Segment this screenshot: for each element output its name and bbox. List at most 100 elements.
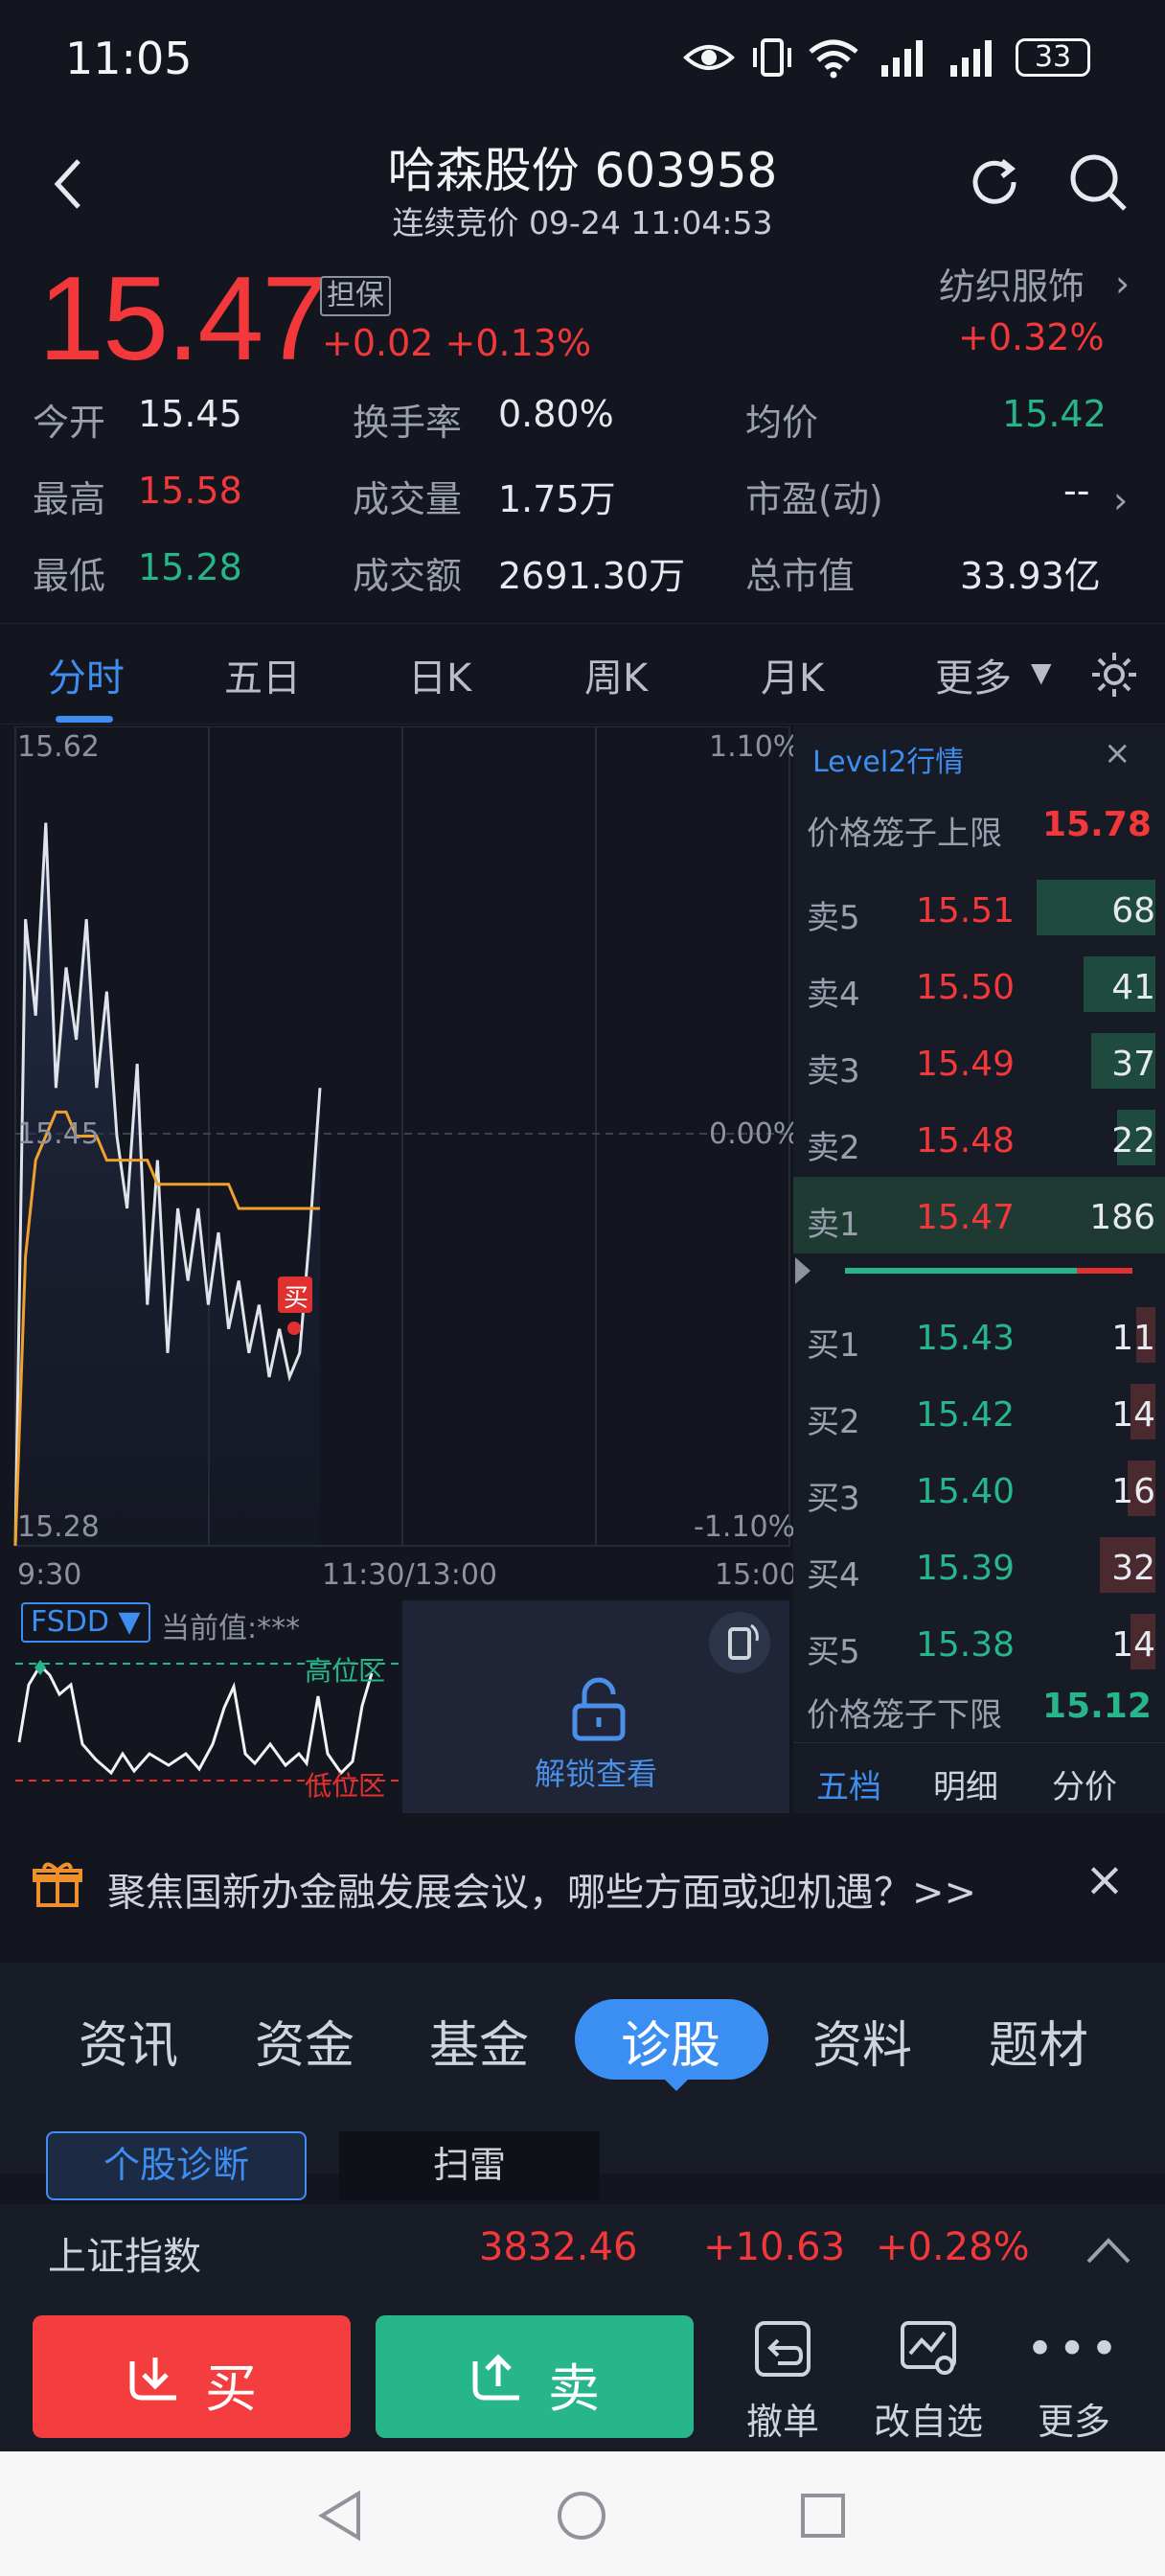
gear-icon[interactable]: [1088, 649, 1140, 701]
indicator-select[interactable]: FSDD ▼: [21, 1602, 150, 1643]
tab-five-day[interactable]: 五日: [224, 647, 301, 702]
edit-watchlist-button[interactable]: 改自选: [866, 2310, 991, 2444]
low-zone-label: 低位区: [305, 1770, 386, 1802]
chevron-right-icon[interactable]: ›: [1115, 263, 1130, 305]
order-level-label: 买4: [807, 1556, 860, 1595]
chevron-right-icon[interactable]: ›: [1113, 479, 1128, 521]
buy-button[interactable]: 买: [33, 2315, 351, 2438]
chart-period-tabs: 分时 五日 日K 周K 月K 更多 ▼: [0, 623, 1165, 724]
lower-limit-label: 价格笼子下限: [807, 1696, 1002, 1735]
tab-five-levels[interactable]: 五档: [816, 1760, 881, 1807]
order-level-label: 卖5: [807, 899, 860, 937]
avg-label: 均价: [745, 402, 819, 444]
sector-name[interactable]: 纺织服饰: [939, 257, 1085, 310]
rotate-screen-button[interactable]: [709, 1612, 770, 1673]
index-ticker[interactable]: 上证指数 3832.46 +10.63 +0.28%: [0, 2204, 1165, 2300]
battery-icon: 33: [1016, 38, 1090, 77]
upper-limit-label: 价格笼子上限: [807, 815, 1002, 853]
unlock-overlay[interactable]: 解锁查看: [402, 1600, 789, 1813]
tab-price-split[interactable]: 分价: [1052, 1760, 1117, 1807]
order-volume: 186: [1089, 1198, 1155, 1237]
close-icon[interactable]: ×: [1104, 734, 1131, 772]
bid-row-3[interactable]: 买3 15.40 16: [793, 1451, 1165, 1528]
lock-icon: [572, 1677, 626, 1741]
tab-profile[interactable]: 资料: [812, 2005, 912, 2077]
signal-icon: [881, 40, 923, 77]
y-label-top: 15.62: [17, 730, 100, 764]
ask-row-1[interactable]: 卖5 15.51 68: [793, 870, 1165, 947]
search-icon[interactable]: [1067, 151, 1129, 213]
order-volume: 32: [1111, 1549, 1155, 1588]
nav-recents-icon[interactable]: [799, 2492, 847, 2540]
bid-row-4[interactable]: 买4 15.39 32: [793, 1528, 1165, 1604]
ask-row-2[interactable]: 卖4 15.50 41: [793, 947, 1165, 1024]
volume-label: 成交量: [353, 478, 463, 520]
order-volume: 41: [1111, 968, 1155, 1007]
news-banner-text[interactable]: 聚焦国新办金融发展会议，哪些方面或迎机遇？>>: [107, 1861, 976, 1917]
intraday-chart[interactable]: 15.62 15.45 15.28 1.10% 0.00% -1.10% 9:3…: [0, 726, 800, 1813]
current-price: 15.47: [38, 253, 328, 385]
unlock-label[interactable]: 解锁查看: [402, 1750, 789, 1794]
tab-funds[interactable]: 资金: [255, 2005, 354, 2077]
mcap-label: 总市值: [745, 555, 856, 597]
rotate-icon: [728, 1623, 759, 1660]
tab-weekly-k[interactable]: 周K: [584, 647, 648, 702]
tab-daily-k[interactable]: 日K: [408, 647, 471, 702]
order-volume: 37: [1111, 1045, 1155, 1084]
tab-more[interactable]: 更多: [935, 647, 1012, 702]
bid-row-1[interactable]: 买1 15.43 11: [793, 1298, 1165, 1374]
chevron-up-icon[interactable]: [1085, 2233, 1132, 2266]
more-button[interactable]: ••• 更多: [1021, 2310, 1127, 2444]
nav-home-icon[interactable]: [556, 2490, 607, 2542]
active-pointer: [661, 2076, 692, 2091]
order-level-label: 卖4: [807, 976, 860, 1014]
index-value: 3832.46: [479, 2225, 638, 2269]
y-label-mid: 15.45: [17, 1117, 100, 1151]
bid-row-2[interactable]: 买2 15.42 14: [793, 1374, 1165, 1451]
buy-point: [287, 1322, 301, 1335]
nav-back-icon[interactable]: [316, 2490, 364, 2542]
buy-label: 买: [205, 2358, 257, 2419]
order-volume: 14: [1111, 1625, 1155, 1665]
news-banner[interactable]: 聚焦国新办金融发展会议，哪些方面或迎机遇？>> ×: [0, 1828, 1165, 1942]
tab-news[interactable]: 资讯: [79, 2005, 178, 2077]
index-change: +10.63: [703, 2225, 846, 2269]
tab-theme[interactable]: 题材: [989, 2005, 1088, 2077]
bid-row-5[interactable]: 买5 15.38 14: [793, 1604, 1165, 1681]
pe-value: --: [1063, 470, 1090, 512]
tab-fund[interactable]: 基金: [429, 2005, 529, 2077]
pe-label: 市盈(动): [745, 478, 883, 520]
caret-down-icon[interactable]: ▼: [1031, 656, 1052, 688]
volume-value: 1.75万: [498, 478, 616, 520]
order-volume: 14: [1111, 1395, 1155, 1435]
order-price: 15.51: [916, 891, 1016, 931]
cancel-order-button[interactable]: 撤单: [730, 2310, 835, 2444]
subtab-risk-scan[interactable]: 扫雷: [339, 2131, 600, 2200]
order-book-divider: [795, 1257, 1132, 1284]
order-level-label: 买1: [807, 1326, 860, 1365]
y-label-bottom: 15.28: [17, 1510, 100, 1544]
tab-monthly-k[interactable]: 月K: [761, 647, 824, 702]
ask-row-3[interactable]: 卖3 15.49 37: [793, 1024, 1165, 1100]
more-icon: •••: [1025, 2321, 1123, 2377]
pct-label-mid: 0.00%: [709, 1117, 801, 1151]
close-icon[interactable]: ×: [1085, 1852, 1125, 1907]
tab-intraday[interactable]: 分时: [48, 647, 125, 702]
amount-value: 2691.30万: [498, 555, 686, 597]
sell-label: 卖: [548, 2358, 600, 2419]
tab-detail[interactable]: 明细: [933, 1760, 998, 1807]
margin-badge: 担保: [320, 276, 391, 316]
tab-diagnosis[interactable]: 诊股: [621, 2005, 720, 2077]
ask-row-4[interactable]: 卖2 15.48 22: [793, 1100, 1165, 1177]
order-level-label: 买3: [807, 1480, 860, 1518]
ask-row-5[interactable]: 卖1 15.47 186: [793, 1177, 1165, 1254]
signal-icon-2: [950, 40, 992, 77]
gift-icon: [33, 1862, 82, 1907]
level2-title: Level2行情: [812, 746, 965, 779]
sell-button[interactable]: 卖: [376, 2315, 694, 2438]
refresh-icon[interactable]: [964, 151, 1025, 213]
low-value: 15.28: [138, 546, 242, 588]
order-price: 15.39: [916, 1549, 1016, 1588]
order-volume: 22: [1111, 1121, 1155, 1161]
subtab-diagnosis[interactable]: 个股诊断: [46, 2131, 307, 2200]
